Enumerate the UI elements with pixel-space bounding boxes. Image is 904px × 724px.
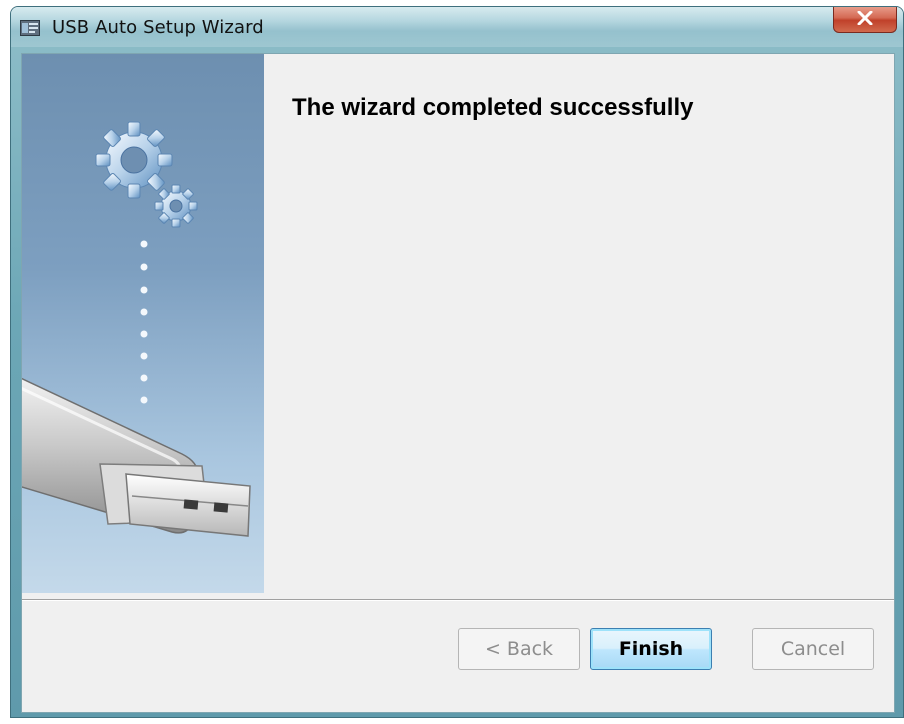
wizard-client-area: The wizard completed successfully < Back… bbox=[21, 53, 895, 713]
wizard-app-icon bbox=[20, 20, 40, 36]
close-icon bbox=[857, 11, 873, 25]
button-area-divider bbox=[22, 599, 894, 601]
title-bar[interactable]: USB Auto Setup Wizard bbox=[11, 7, 903, 47]
progress-dots bbox=[140, 240, 148, 404]
wizard-window: USB Auto Setup Wizard The wizard complet… bbox=[10, 6, 904, 718]
cancel-button[interactable]: Cancel bbox=[752, 628, 874, 670]
close-button[interactable] bbox=[833, 7, 897, 33]
back-button[interactable]: < Back bbox=[458, 628, 580, 670]
usb-drive-icon bbox=[22, 377, 251, 537]
wizard-side-banner bbox=[22, 54, 264, 593]
window-title: USB Auto Setup Wizard bbox=[52, 17, 264, 38]
gears-icon bbox=[95, 121, 198, 228]
completion-heading: The wizard completed successfully bbox=[292, 94, 694, 121]
finish-button[interactable]: Finish bbox=[590, 628, 712, 670]
